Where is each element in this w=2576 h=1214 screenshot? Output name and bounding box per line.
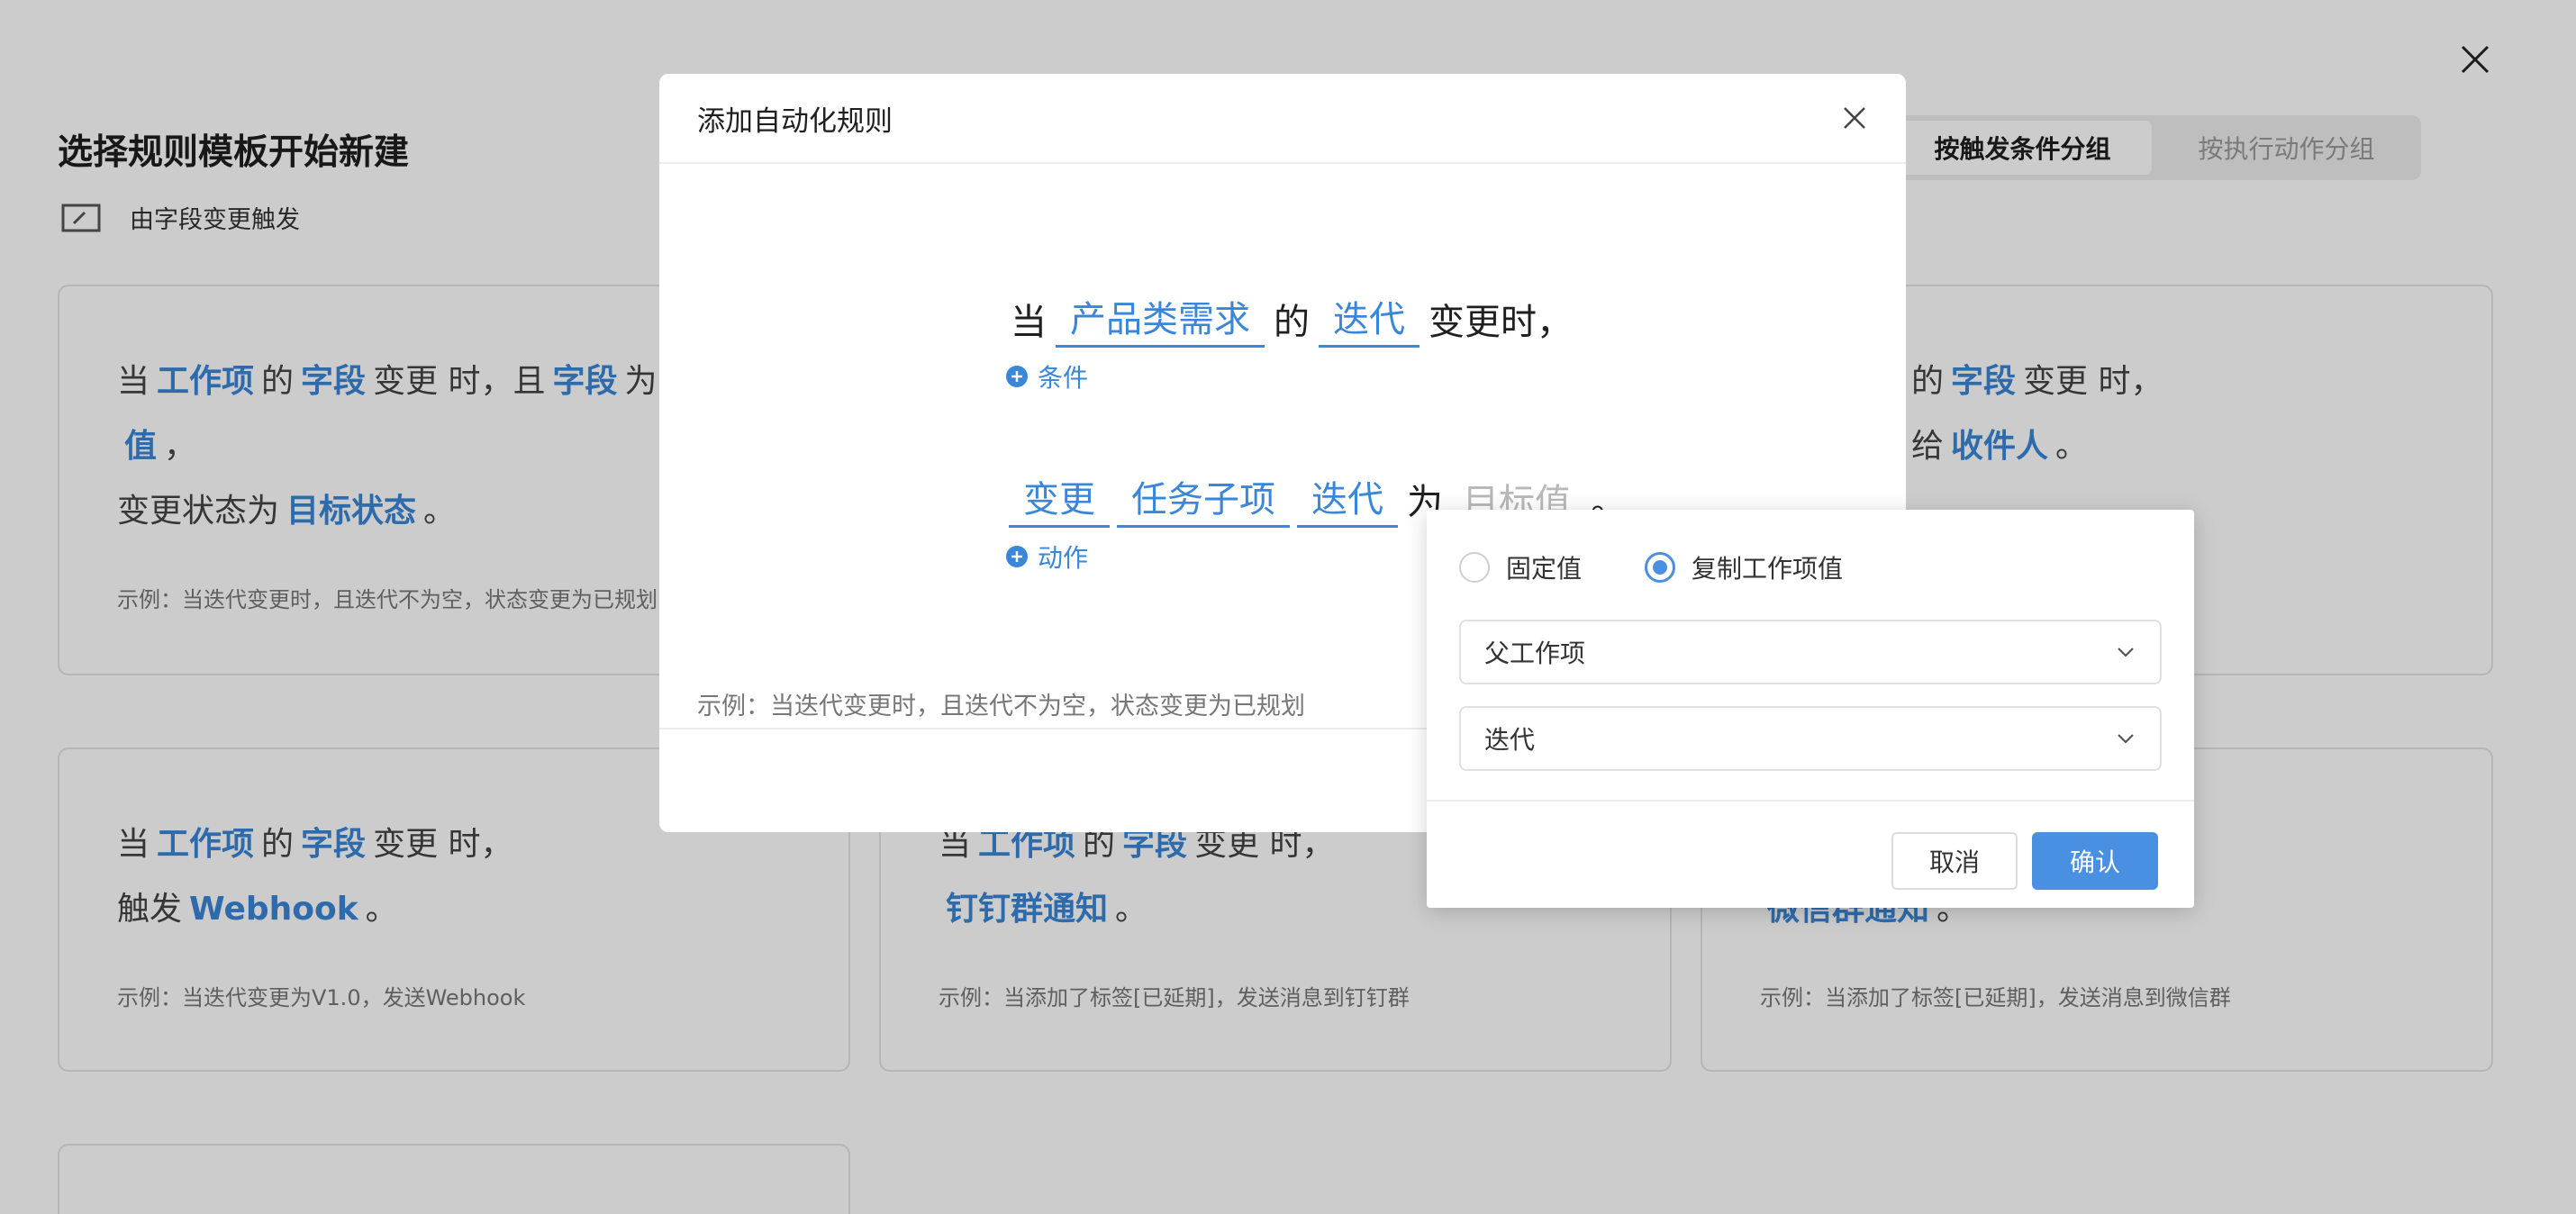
target-item-selector[interactable]: 任务子项 [1117,475,1290,528]
rule-text: 的 [1274,302,1310,343]
cancel-button[interactable]: 取消 [1891,832,2018,890]
divider [1427,800,2194,802]
source-field-select[interactable]: 迭代 [1459,706,2162,771]
radio-copy-label[interactable]: 复制工作项值 [1692,549,1843,585]
plus-circle-icon [1006,366,1028,387]
source-item-select[interactable]: 父工作项 [1459,620,2162,684]
add-condition-label: 条件 [1038,363,1089,393]
chevron-down-icon [2118,734,2134,744]
confirm-button[interactable]: 确认 [2032,832,2158,890]
dialog-header: 添加自动化规则 [659,74,1906,164]
close-icon[interactable] [1837,101,1872,135]
rule-text: 变更时， [1429,302,1573,343]
rule-text: 当 [1011,302,1047,343]
radio-copy-value[interactable] [1645,552,1676,583]
source-item-select-value: 父工作项 [1484,639,1586,668]
source-field-select-value: 迭代 [1484,725,1536,755]
dialog-example-text: 示例：当迭代变更时，且迭代不为空，状态变更为已规划 [697,693,1305,720]
value-source-radio-group: 固定值 复制工作项值 [1459,549,1843,585]
chevron-down-icon [2118,648,2134,657]
dialog-title: 添加自动化规则 [697,104,893,138]
add-action-label: 动作 [1038,543,1089,573]
target-value-popover: 固定值 复制工作项值 父工作项 迭代 取消 确认 [1427,510,2194,908]
field-selector[interactable]: 迭代 [1319,294,1420,348]
plus-circle-icon [1006,546,1028,567]
target-field-selector[interactable]: 迭代 [1297,475,1398,528]
radio-fixed-label[interactable]: 固定值 [1506,549,1582,585]
radio-fixed-value[interactable] [1459,552,1490,583]
work-item-type-selector[interactable]: 产品类需求 [1056,294,1265,348]
trigger-line: 当 产品类需求 的 迭代 变更时， [1005,290,1726,348]
action-type-selector[interactable]: 变更 [1009,475,1110,528]
add-condition-button[interactable]: 条件 [1005,358,1726,394]
